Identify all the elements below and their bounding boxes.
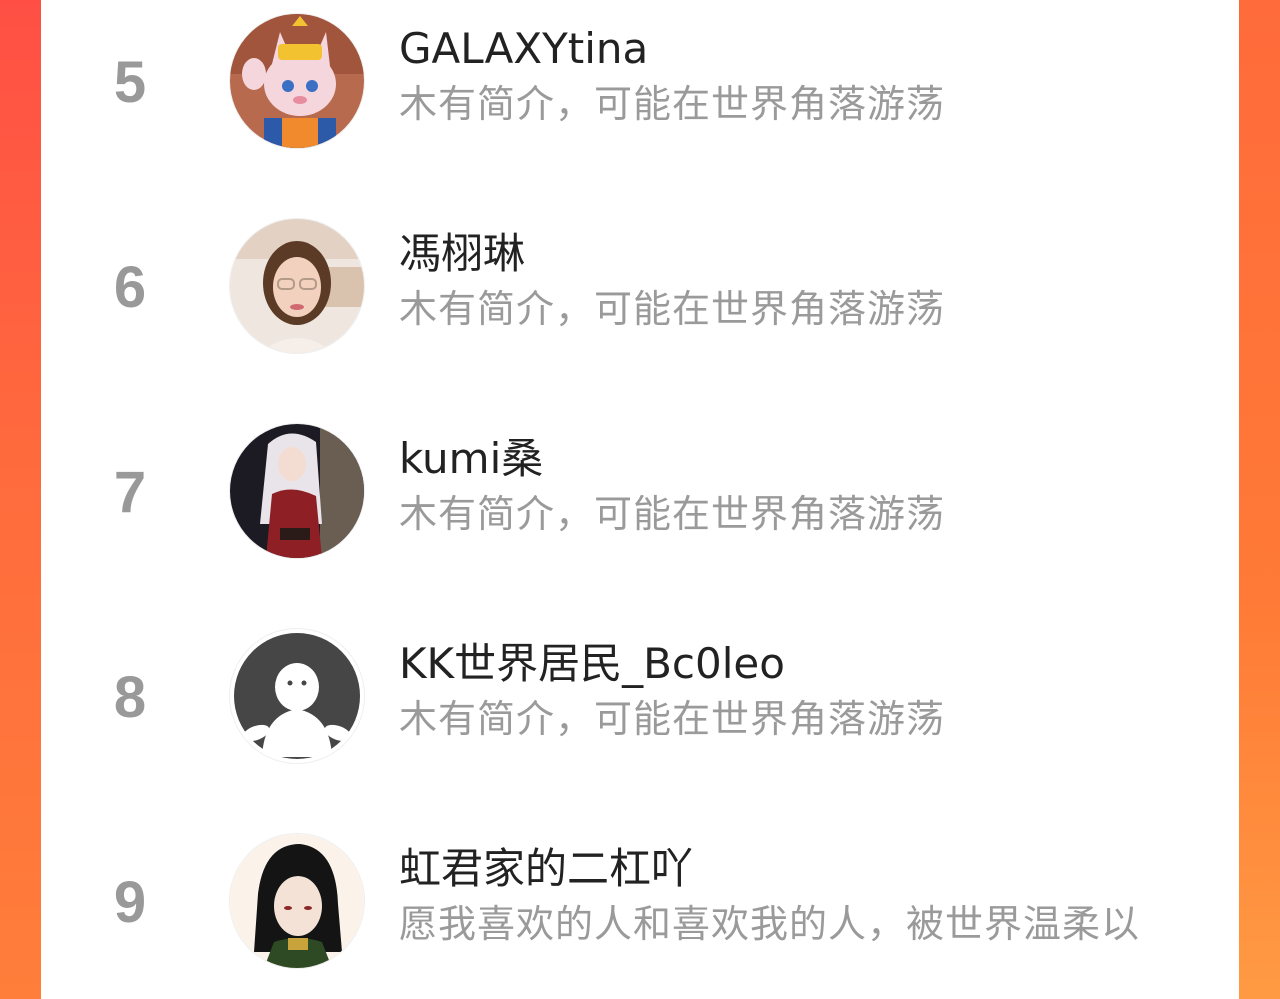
anime-portrait-icon [230, 834, 364, 968]
rank-number: 5 [113, 50, 147, 115]
list-item[interactable]: 5 GALAXYtina 木有简介，可能在世界角落游荡 [41, 0, 1239, 160]
user-name[interactable]: 馮栩琳 [399, 233, 525, 275]
user-name[interactable]: KK世界居民_Bc0leo [399, 643, 785, 685]
page-frame: 5 GALAXYtina 木有简介，可能在世界角落游荡 6 馮栩琳 木有简介，可… [0, 0, 1280, 999]
user-name[interactable]: kumi桑 [399, 438, 543, 480]
user-name[interactable]: GALAXYtina [399, 28, 648, 70]
rank-number: 7 [113, 460, 147, 525]
anime-character-icon [230, 424, 364, 558]
rank-number: 9 [113, 870, 147, 935]
anime-portrait-avatar[interactable] [230, 834, 364, 968]
list-item[interactable]: 6 馮栩琳 木有简介，可能在世界角落游荡 [41, 205, 1239, 365]
user-bio: 木有简介，可能在世界角落游荡 [399, 492, 946, 536]
plush-mascot-avatar[interactable] [230, 14, 364, 148]
user-bio: 愿我喜欢的人和喜欢我的人，被世界温柔以 [399, 902, 1141, 946]
anime-character-avatar[interactable] [230, 424, 364, 558]
list-item[interactable]: 9 虹君家的二杠吖 愿我喜欢的人和喜欢我的人，被世界温柔以 [41, 820, 1239, 980]
plush-mascot-icon [230, 14, 364, 148]
rank-number: 8 [113, 665, 147, 730]
rank-number: 6 [113, 255, 147, 320]
user-bio: 木有简介，可能在世界角落游荡 [399, 287, 946, 331]
user-bio: 木有简介，可能在世界角落游荡 [399, 82, 946, 126]
list-item[interactable]: 8 KK世界居民_Bc0leo 木有简介，可能在世界角落游荡 [41, 615, 1239, 775]
portrait-photo-icon [230, 219, 364, 353]
frame-right-edge [1238, 0, 1280, 999]
portrait-photo-avatar[interactable] [230, 219, 364, 353]
list-item[interactable]: 7 kumi桑 木有简介，可能在世界角落游荡 [41, 410, 1239, 570]
user-bio: 木有简介，可能在世界角落游荡 [399, 697, 946, 741]
ranking-list-panel: 5 GALAXYtina 木有简介，可能在世界角落游荡 6 馮栩琳 木有简介，可… [41, 0, 1239, 999]
default-user-avatar[interactable] [230, 629, 364, 763]
user-name[interactable]: 虹君家的二杠吖 [399, 848, 693, 890]
default-user-icon [230, 629, 364, 763]
